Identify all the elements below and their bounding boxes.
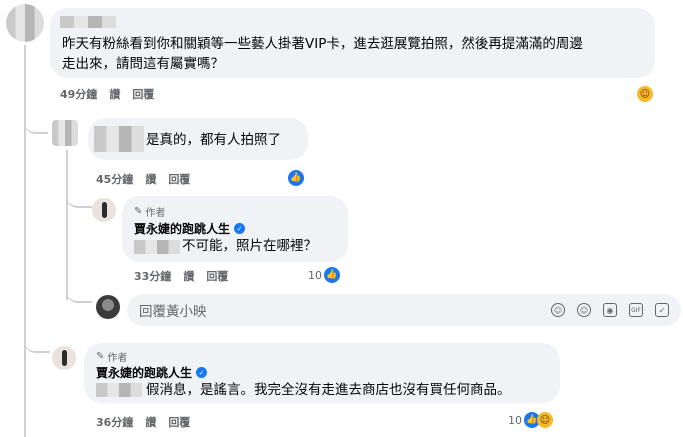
avatar[interactable] [6,4,44,42]
avatar-figure [102,202,107,218]
avatar-icon[interactable] [96,295,120,319]
comment-bubble: ✎ 作者 賈永婕的跑跳人生 ✓ 假消息，是謠言。我完全沒有走進去商店也沒有買任何… [84,343,560,403]
commenter-name[interactable]: 賈永婕的跑跳人生 ✓ [134,220,246,237]
reply-button[interactable]: 回覆 [132,86,154,102]
reply-placeholder: 回覆黃小映 [139,304,207,320]
commenter-name[interactable] [60,16,116,28]
timestamp[interactable]: 45分鐘 [96,171,133,187]
like-button[interactable]: 讚 [109,86,120,102]
avatar-highlight [102,299,114,311]
like-button[interactable]: 讚 [145,171,156,187]
camera-icon[interactable]: ◉ [603,303,617,317]
comment-actions: 49分鐘 讚 回覆 [60,86,154,102]
author-badge-label: 作者 [107,353,128,364]
like-icon: 👍 [288,170,304,186]
reaction-summary[interactable]: 10 👍 ☺ [508,412,553,428]
comment-actions: 36分鐘 讚 回覆 [96,414,190,430]
verified-badge-icon: ✓ [196,367,208,378]
haha-emoji-icon: ☺ [637,86,653,102]
thread-connector [24,335,50,353]
comment-actions: 33分鐘 讚 回覆 [134,268,228,284]
commenter-name[interactable] [94,126,144,152]
reaction-summary[interactable]: ☺ [637,86,653,102]
reply-button[interactable]: 回覆 [168,171,190,187]
haha-emoji-icon: ☺ [537,412,553,428]
thread-connector [66,190,92,208]
timestamp[interactable]: 33分鐘 [134,268,171,284]
comment-text: 不可能，照片在哪裡？ [182,238,317,254]
pencil-icon: ✎ [96,351,105,362]
author-badge: ✎ 作者 [96,349,127,364]
author-badge: ✎ 作者 [134,204,165,219]
pencil-icon: ✎ [134,206,143,217]
comment-bubble: 是真的，都有人拍照了 [88,118,308,160]
sticker-icon[interactable]: ✓ [655,303,669,317]
reaction-count: 10 [508,413,522,427]
comment-text: 是真的，都有人拍照了 [146,132,281,148]
author-name[interactable]: 賈永婕的跑跳人生 [134,220,230,237]
reaction-count: 10 [308,268,322,282]
thread-line-sub [66,150,68,300]
avatar-figure [62,350,67,366]
comment-bubble: 昨天有粉絲看到你和關穎等一些藝人掛著VIP卡，進去逛展覽拍照，然後再提滿滿的周邊… [50,8,655,78]
smile-icon[interactable]: ☺ [577,303,591,317]
avatar-sticker-icon[interactable]: ☺ [551,303,565,317]
reaction-summary[interactable]: 👍 [288,170,304,186]
avatar[interactable] [52,346,76,370]
thread-connector [66,285,92,303]
avatar[interactable] [52,120,78,146]
comment-text: 走出來，請問這有屬實嗎？ [62,56,224,72]
author-name[interactable]: 賈永婕的跑跳人生 [96,364,192,381]
comment-text: 昨天有粉絲看到你和關穎等一些藝人掛著VIP卡，進去逛展覽拍照，然後再提滿滿的周邊 [62,36,583,52]
mention-name[interactable] [96,383,142,397]
like-button[interactable]: 讚 [183,268,194,284]
verified-badge-icon: ✓ [234,223,246,234]
thread-line-main [24,45,26,437]
commenter-name[interactable]: 賈永婕的跑跳人生 ✓ [96,364,208,381]
gif-icon[interactable]: GIF [629,303,643,317]
comment-bubble: ✎ 作者 賈永婕的跑跳人生 ✓ 不可能，照片在哪裡？ [122,196,348,262]
like-button[interactable]: 讚 [145,414,156,430]
reply-button[interactable]: 回覆 [206,268,228,284]
timestamp[interactable]: 36分鐘 [96,414,133,430]
author-badge-label: 作者 [145,208,166,219]
timestamp[interactable]: 49分鐘 [60,86,97,102]
reaction-summary[interactable]: 10 👍 [308,267,340,283]
mention-name[interactable] [134,240,180,254]
thread-connector [24,110,48,134]
like-icon: 👍 [324,267,340,283]
comment-actions: 45分鐘 讚 回覆 [96,171,190,187]
avatar[interactable] [92,198,116,222]
reply-button[interactable]: 回覆 [168,414,190,430]
comment-text: 假消息，是謠言。我完全沒有走進去商店也沒有買任何商品。 [146,382,511,398]
reply-input[interactable]: 回覆黃小映 ☺ ☺ ◉ GIF ✓ [127,294,681,326]
